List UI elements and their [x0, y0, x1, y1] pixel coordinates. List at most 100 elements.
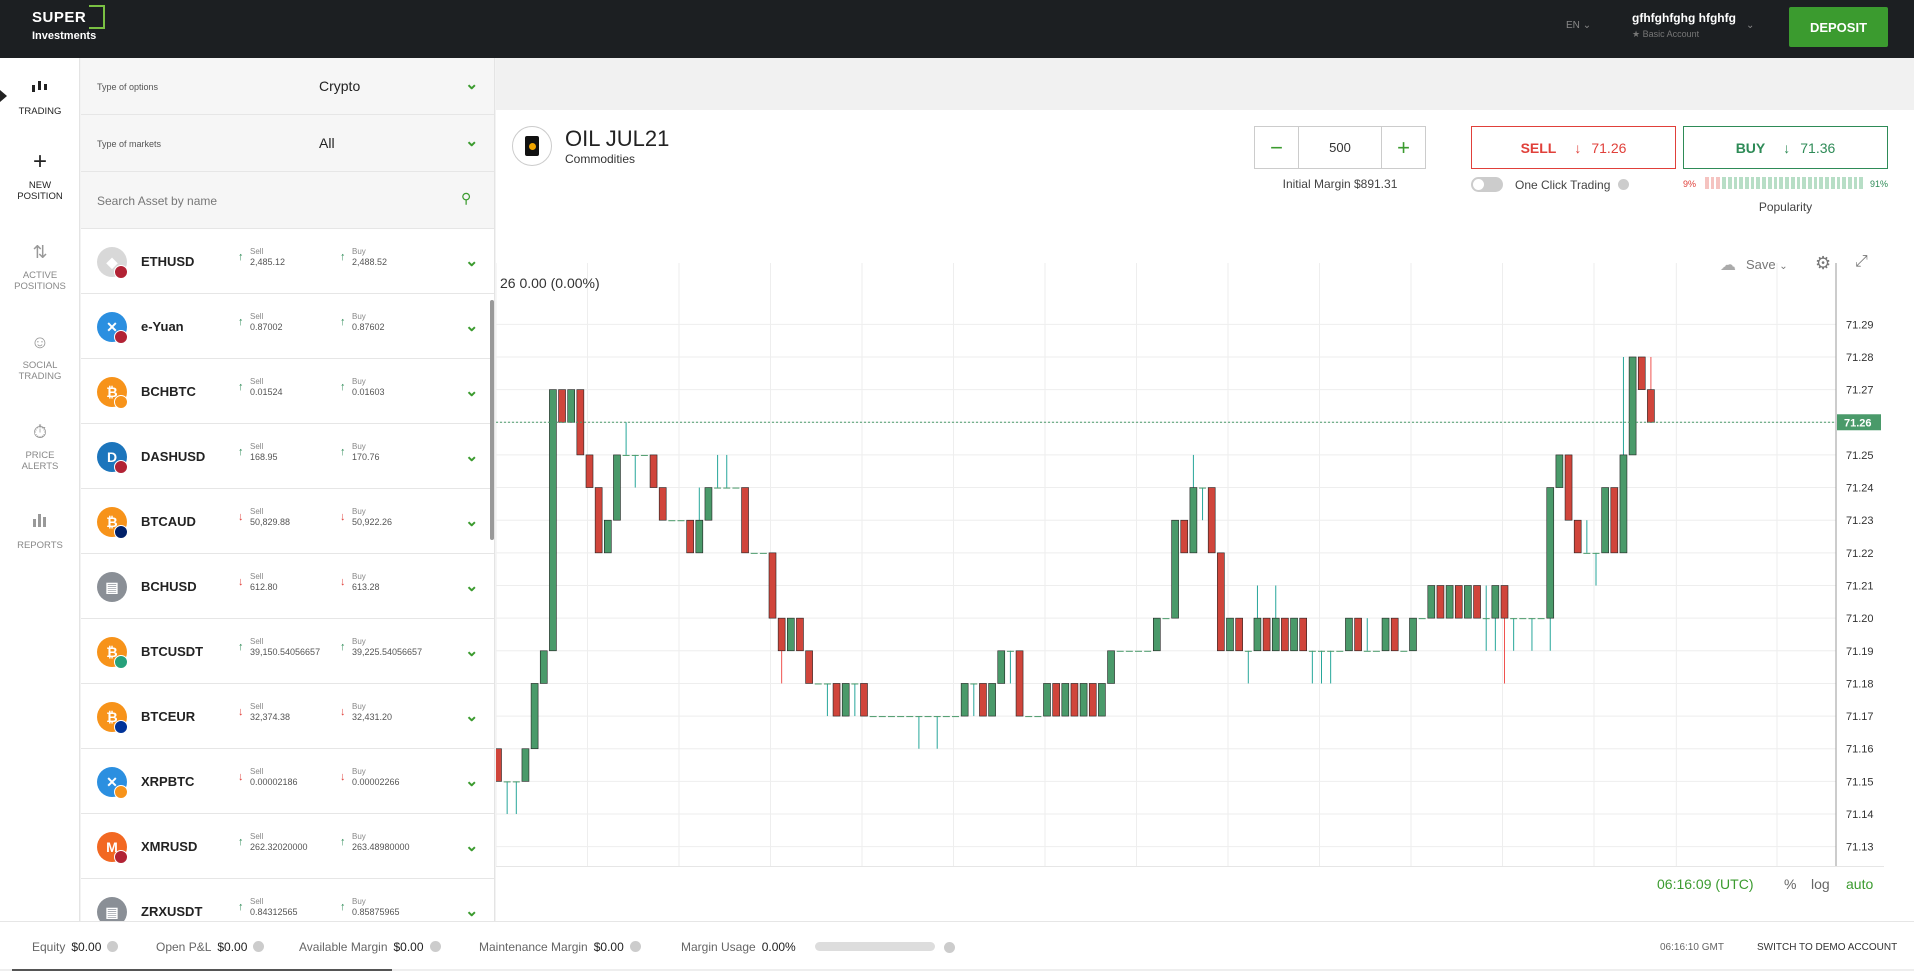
sell-label: Sell [250, 507, 264, 516]
chevron-down-icon[interactable]: ⌄ [465, 316, 478, 336]
candle-body [924, 716, 932, 718]
candle-body [1418, 618, 1426, 620]
chevron-down-icon[interactable]: ⌄ [465, 381, 478, 401]
candle-body [631, 454, 639, 456]
candle-body [1235, 617, 1243, 652]
user-menu[interactable]: gfhfghfghg hfghfg ★ Basic Account [1632, 11, 1736, 40]
chevron-down-icon[interactable]: ⌄ [465, 511, 478, 531]
candle-body [1464, 585, 1472, 619]
nav-trading[interactable]: TRADING [0, 76, 80, 117]
usage-value: 0.00% [761, 940, 796, 954]
auto-scale-button[interactable]: auto [1846, 876, 1873, 892]
price-chart[interactable]: 71.29 71.28 71.27 71.26 71.25 71.24 71.23 71.22… [496, 243, 1884, 903]
popularity-segment [1853, 177, 1858, 189]
arrows-updown-icon: ⇅ [32, 242, 48, 262]
options-type-select[interactable]: Type of options Crypto ⌄ [81, 58, 494, 115]
asset-row[interactable]: ₿ BTCUSDT ↑ Sell 39,150.54056657 ↑ Buy 39,225.5… [81, 619, 494, 684]
chevron-down-icon[interactable]: ⌄ [465, 446, 478, 466]
candle-body [1528, 618, 1536, 620]
popularity-segment [1859, 177, 1864, 189]
popularity-buy-pct: 91% [1869, 179, 1888, 189]
nav-label: SOCIAL TRADING [18, 360, 62, 382]
brand-logo[interactable]: SUPER Investments [32, 5, 106, 42]
chevron-down-icon[interactable]: ⌄ [465, 251, 478, 271]
candle-body [1162, 618, 1170, 620]
candle-body [1510, 618, 1518, 620]
pnl-label: Open P&L [156, 940, 212, 954]
markets-type-select[interactable]: Type of markets All ⌄ [81, 115, 494, 172]
search-icon[interactable]: ⚲ [461, 190, 471, 207]
asset-row[interactable]: ▤ ZRXUSDT ↑ Sell 0.84312565 ↑ Buy 0.85875965 ⌄ [81, 879, 494, 921]
percent-scale-button[interactable]: % [1784, 876, 1796, 892]
buy-value: 263.48980000 [352, 842, 410, 852]
info-icon[interactable] [107, 941, 119, 952]
sell-label: Sell [250, 897, 264, 906]
nav-reports[interactable]: REPORTS [0, 510, 80, 551]
popularity-segment [1842, 177, 1846, 189]
asset-panel: Type of options Crypto ⌄ Type of markets… [81, 58, 495, 921]
quantity-value[interactable]: 500 [1299, 127, 1381, 168]
plus-button[interactable]: + [1381, 127, 1425, 168]
asset-row[interactable]: ✕ e-Yuan ↑ Sell 0.87002 ↑ Buy 0.87602 ⌄ [81, 294, 494, 359]
candle-body [1500, 585, 1509, 619]
switch-demo-link[interactable]: SWITCH TO DEMO ACCOUNT [1757, 942, 1897, 953]
sell-price: ↓ Sell 0.00002186 [238, 767, 298, 787]
asset-row[interactable]: ◆ ETHUSD ↑ Sell 2,485.12 ↑ Buy 2,488.52 ⌄ [81, 229, 494, 294]
sell-value: 262.32020000 [250, 842, 308, 852]
buy-value: 0.87602 [352, 322, 385, 332]
info-icon[interactable] [629, 941, 641, 952]
scrollbar[interactable] [490, 300, 494, 540]
search-input[interactable] [97, 189, 437, 213]
sell-price: ↑ Sell 2,485.12 [238, 247, 285, 267]
minus-button[interactable]: − [1255, 127, 1299, 168]
sell-value: 0.87002 [250, 322, 283, 332]
candle-body [1308, 650, 1316, 652]
nav-new-position[interactable]: + NEW POSITION [0, 150, 80, 203]
language-selector[interactable]: EN ⌄ [1566, 20, 1591, 31]
deposit-button[interactable]: DEPOSIT [1789, 7, 1888, 47]
info-icon[interactable] [944, 942, 955, 953]
info-icon[interactable] [429, 941, 441, 952]
popularity-segment [1739, 177, 1744, 189]
candle-body [549, 389, 557, 652]
asset-row[interactable]: ₿ BCHBTC ↑ Sell 0.01524 ↑ Buy 0.01603 ⌄ [81, 359, 494, 424]
nav-social-trading[interactable]: ☺ SOCIAL TRADING [0, 330, 80, 382]
chevron-down-icon[interactable]: ⌄ [465, 706, 478, 726]
popularity-segment [1727, 177, 1732, 189]
asset-row[interactable]: ₿ BTCEUR ↓ Sell 32,374.38 ↓ Buy 32,431.20 ⌄ [81, 684, 494, 749]
asset-row[interactable]: M XMRUSD ↑ Sell 262.32020000 ↑ Buy 263.48980000… [81, 814, 494, 879]
chevron-down-icon[interactable]: ⌄ [465, 901, 478, 921]
available-margin: Available Margin $0.00 [299, 940, 441, 954]
candle-body [1079, 683, 1088, 717]
candle-body [1473, 585, 1481, 619]
asset-symbol: XMRUSD [141, 839, 198, 854]
maint-value: $0.00 [593, 940, 624, 954]
arrow-icon: ↑ [340, 316, 346, 328]
sell-price: ↑ Sell 0.84312565 [238, 897, 298, 917]
log-scale-button[interactable]: log [1811, 876, 1830, 892]
nav-price-alerts[interactable]: ⏱ PRICE ALERTS [0, 420, 80, 472]
asset-symbol: BTCUSDT [141, 644, 204, 659]
buy-button[interactable]: BUY ↓ 71.36 [1683, 126, 1888, 169]
chevron-down-icon[interactable]: ⌄ [465, 836, 478, 856]
chevron-down-icon[interactable]: ⌄ [465, 576, 478, 596]
candle-body [1454, 585, 1463, 619]
chevron-down-icon[interactable]: ⌄ [465, 641, 478, 661]
popularity-segment [1756, 177, 1761, 189]
chevron-down-icon[interactable]: ⌄ [465, 771, 478, 791]
info-icon[interactable] [1618, 179, 1630, 190]
candle-body [841, 683, 850, 717]
quote-currency-flag-icon [114, 655, 128, 669]
info-icon[interactable] [253, 941, 265, 952]
asset-row[interactable]: ✕ XRPBTC ↓ Sell 0.00002186 ↓ Buy 0.00002266 ⌄ [81, 749, 494, 814]
asset-symbol: BCHUSD [141, 579, 197, 594]
asset-row[interactable]: ▤ BCHUSD ↓ Sell 612.80 ↓ Buy 613.28 ⌄ [81, 554, 494, 619]
chevron-down-icon[interactable]: ⌄ [1746, 20, 1754, 31]
nav-active-positions[interactable]: ⇅ ACTIVE POSITIONS [0, 240, 80, 292]
asset-row[interactable]: ₿ BTCAUD ↓ Sell 50,829.88 ↓ Buy 50,922.26 ⌄ [81, 489, 494, 554]
buy-price: ↑ Buy 263.48980000 [340, 832, 410, 852]
asset-row[interactable]: D DASHUSD ↑ Sell 168.95 ↑ Buy 170.76 ⌄ [81, 424, 494, 489]
candle-body [970, 683, 978, 685]
sell-button[interactable]: SELL ↓ 71.26 [1471, 126, 1676, 169]
one-click-toggle[interactable] [1471, 177, 1503, 192]
